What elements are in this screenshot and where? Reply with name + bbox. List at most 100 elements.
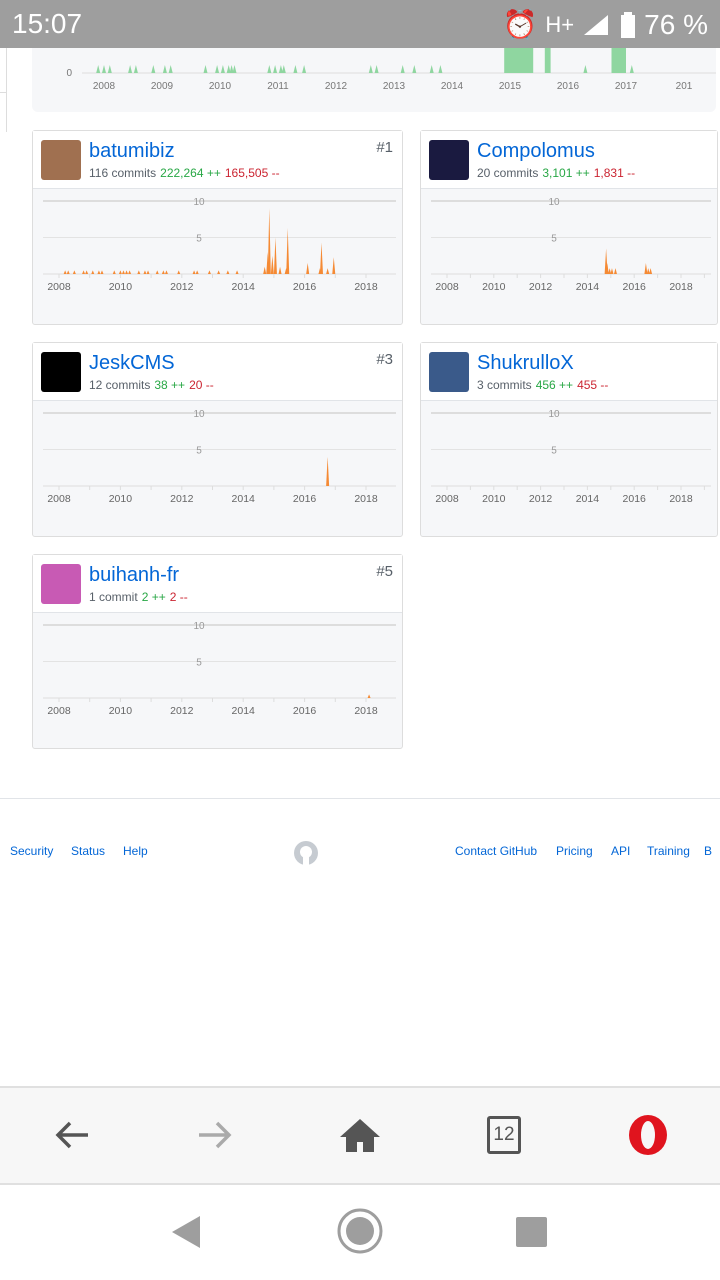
back-button[interactable]: [47, 1110, 97, 1160]
footer-link-training[interactable]: Training: [647, 844, 690, 858]
avatar[interactable]: [41, 140, 81, 180]
footer-link-blog[interactable]: B: [704, 844, 712, 858]
github-logo-icon[interactable]: [293, 840, 319, 866]
commit-count[interactable]: 116 commits: [89, 166, 156, 180]
contributor-commits-chart: 10 5 2008 2010 2012 2014 2016 2018: [431, 409, 711, 505]
commit-spike: [91, 270, 95, 274]
commit-count[interactable]: 20 commits: [477, 166, 538, 180]
footer-link-status[interactable]: Status: [71, 844, 105, 858]
commit-count[interactable]: 12 commits: [89, 378, 150, 392]
commit-spike: [128, 270, 132, 274]
contributor-card: Compolomus 20 commits 3,101 ++ 1,831 -- 10…: [420, 130, 718, 325]
contributor-name[interactable]: Compolomus: [477, 140, 595, 163]
commit-spike: [161, 270, 165, 274]
top-chart-spike: [267, 65, 272, 73]
back-arrow-icon: [55, 1121, 88, 1149]
x-tick-label: 2008: [47, 281, 71, 293]
top-chart-spike: [232, 65, 237, 73]
top-chart-spike: [368, 65, 373, 73]
avatar[interactable]: [41, 564, 81, 604]
opera-logo-icon: [629, 1115, 667, 1155]
contributor-commits-chart: 10 5 2008 2010 2012 2014 2016 2018: [43, 409, 396, 505]
commit-spike: [270, 255, 274, 274]
signal-icon: [584, 14, 609, 35]
contributor-header: JeskCMS 12 commits 38 ++ 20 -- #3: [33, 343, 402, 401]
contributor-name[interactable]: JeskCMS: [89, 352, 175, 375]
avatar[interactable]: [41, 352, 81, 392]
contributor-name[interactable]: batumibiz: [89, 140, 175, 163]
y-tick-label: 5: [196, 658, 202, 669]
top-chart-year-label: 2013: [383, 81, 406, 92]
commit-spike: [217, 270, 221, 274]
footer-link-pricing[interactable]: Pricing: [556, 844, 593, 858]
top-chart-spike: [107, 65, 112, 73]
commit-spike: [226, 270, 230, 274]
x-tick-label: 2016: [623, 493, 647, 505]
home-button[interactable]: [335, 1110, 385, 1160]
commit-spike: [319, 242, 323, 274]
commit-count[interactable]: 1 commit: [89, 590, 138, 604]
avatar[interactable]: [429, 352, 469, 392]
nav-back-icon[interactable]: [170, 1214, 202, 1250]
footer-link-contact[interactable]: Contact GitHub: [455, 844, 537, 858]
top-chart-year-label: 2016: [557, 81, 580, 92]
contributor-commits-chart: 10 5 2008 2010 2012 2014 2016 2018: [43, 621, 396, 717]
commit-spike: [143, 270, 147, 274]
commit-spike: [177, 270, 181, 274]
top-chart-spike: [215, 65, 220, 73]
commit-spike: [146, 270, 150, 274]
commit-spike: [646, 268, 650, 274]
x-tick-label: 2014: [576, 281, 600, 293]
top-chart-spike: [374, 65, 379, 73]
top-chart-year-label: 2009: [151, 81, 174, 92]
contributor-card: ShukrulloX 3 commits 456 ++ 455 -- 10 5 2008…: [420, 342, 718, 537]
overall-commits-chart: 0 2008 2009 2010 2011 2012 2013 2014 2015 2016 201…: [32, 40, 716, 112]
x-tick-label: 2008: [47, 493, 71, 505]
x-tick-label: 2014: [232, 493, 256, 505]
additions: 456 ++: [535, 378, 574, 392]
top-chart-spike: [128, 65, 133, 73]
top-chart-spike: [281, 65, 286, 73]
tabs-button[interactable]: 12: [479, 1110, 529, 1160]
rank-badge: #5: [376, 563, 393, 580]
top-chart-spike: [302, 65, 307, 73]
x-tick-label: 2014: [232, 281, 256, 293]
commit-spike: [326, 268, 330, 274]
clock: 15:07: [12, 8, 83, 39]
x-tick-label: 2008: [435, 493, 459, 505]
opera-menu-button[interactable]: [623, 1110, 673, 1160]
nav-home-icon[interactable]: [337, 1208, 383, 1254]
commit-spike: [278, 266, 282, 274]
commit-count[interactable]: 3 commits: [477, 378, 532, 392]
commit-spike: [100, 270, 104, 274]
commit-spike: [263, 266, 267, 274]
commit-spike: [367, 694, 371, 698]
nav-recents-icon[interactable]: [516, 1217, 548, 1249]
footer-link-security[interactable]: Security: [10, 844, 53, 858]
x-tick-label: 2010: [109, 281, 133, 293]
contributor-stats: 20 commits 3,101 ++ 1,831 --: [477, 166, 635, 180]
commit-spike: [267, 208, 271, 274]
contributor-card: batumibiz 116 commits 222,264 ++ 165,505 -…: [32, 130, 403, 325]
contributor-name[interactable]: buihanh-fr: [89, 564, 179, 587]
commit-spike: [608, 268, 612, 274]
top-chart-year-label: 2014: [441, 81, 464, 92]
forward-button[interactable]: [190, 1110, 240, 1160]
top-chart-year-label: 2008: [93, 81, 116, 92]
x-tick-label: 2012: [170, 493, 194, 505]
x-tick-label: 2018: [354, 493, 378, 505]
top-chart-spike: [96, 65, 101, 73]
contributor-name[interactable]: ShukrulloX: [477, 352, 574, 375]
footer-link-api[interactable]: API: [611, 844, 630, 858]
browser-toolbar: 12: [0, 1086, 720, 1185]
top-chart-spike: [151, 65, 156, 73]
footer-link-help[interactable]: Help: [123, 844, 148, 858]
y-tick-label: 5: [196, 234, 202, 245]
avatar[interactable]: [429, 140, 469, 180]
commit-spike: [306, 263, 310, 274]
network-type: H+: [545, 11, 575, 37]
y-tick-label: 10: [193, 197, 205, 208]
x-tick-label: 2016: [293, 493, 317, 505]
x-tick-label: 2008: [435, 281, 459, 293]
x-tick-label: 2018: [669, 281, 693, 293]
